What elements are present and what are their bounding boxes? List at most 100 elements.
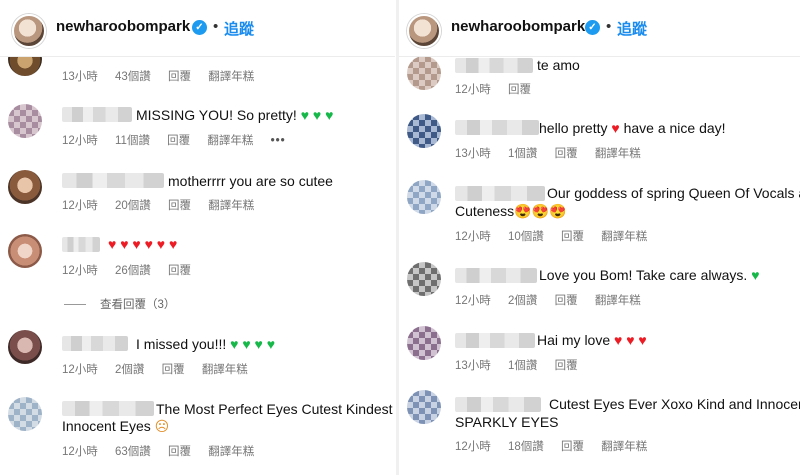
- comment-likes[interactable]: 63個讚: [115, 446, 151, 458]
- comment-likes[interactable]: 43個讚: [115, 71, 151, 83]
- red-heart-icon: ♥ ♥ ♥: [614, 332, 647, 348]
- blurred-username[interactable]: [455, 333, 535, 348]
- comment-likes[interactable]: 1個讚: [508, 148, 537, 160]
- translate-button[interactable]: 翻譯年糕: [208, 200, 254, 212]
- comment-likes[interactable]: 1個讚: [508, 360, 537, 372]
- comment-likes[interactable]: 2個讚: [508, 295, 537, 307]
- follow-button[interactable]: 追蹤: [617, 18, 647, 39]
- comment-body-end: have a nice day!: [619, 120, 726, 136]
- commenter-avatar[interactable]: [8, 330, 42, 364]
- comment-meta: 12小時 2個讚 回覆 翻譯年糕: [455, 292, 655, 308]
- comment-text: te amo: [537, 57, 580, 73]
- blurred-username[interactable]: [455, 268, 537, 283]
- comment-likes[interactable]: 11個讚: [115, 135, 150, 147]
- commenter-avatar[interactable]: [407, 262, 441, 296]
- more-options-icon[interactable]: •••: [271, 135, 286, 147]
- comment-text: Cutest Eyes Ever Xoxo Kind and Innocent: [549, 396, 800, 412]
- header-username[interactable]: newharoobompark: [451, 18, 585, 35]
- separator-dot: •: [606, 18, 612, 35]
- comment-meta: 12小時 18個讚 回覆 翻譯年糕: [455, 438, 661, 454]
- comment-text: ♥ ♥ ♥ ♥ ♥ ♥: [108, 235, 177, 253]
- heart-eyes-icon: 😍😍😍: [514, 203, 567, 219]
- comment-text: motherrrr you are so cutee: [168, 173, 333, 189]
- comment-body: Hai my love: [537, 332, 615, 348]
- translate-button[interactable]: 翻譯年糕: [208, 446, 254, 458]
- reply-button[interactable]: 回覆: [162, 364, 185, 376]
- comment-time: 12小時: [62, 364, 98, 376]
- translate-button[interactable]: 翻譯年糕: [595, 148, 641, 160]
- blurred-username[interactable]: [455, 186, 545, 201]
- translate-button[interactable]: 翻譯年糕: [208, 71, 254, 83]
- post-header: newharoobompark ✓ • 追蹤: [399, 0, 800, 57]
- view-replies-button[interactable]: 查看回覆（3）: [64, 296, 175, 312]
- comment-text: Hai my love ♥ ♥ ♥: [537, 331, 647, 349]
- red-heart-icon: ♥ ♥ ♥ ♥ ♥ ♥: [108, 236, 178, 252]
- comment-likes[interactable]: 20個讚: [115, 200, 151, 212]
- blurred-username[interactable]: [62, 173, 164, 188]
- translate-button[interactable]: 翻譯年糕: [207, 135, 253, 147]
- reply-button[interactable]: 回覆: [561, 441, 584, 453]
- comment-meta: 13小時 1個讚 回覆: [455, 357, 592, 373]
- header-avatar[interactable]: [407, 14, 441, 48]
- reply-button[interactable]: 回覆: [168, 446, 191, 458]
- reply-button[interactable]: 回覆: [168, 71, 191, 83]
- commenter-avatar[interactable]: [407, 114, 441, 148]
- reply-button[interactable]: 回覆: [167, 135, 190, 147]
- reply-button[interactable]: 回覆: [555, 295, 578, 307]
- comment-likes[interactable]: 2個讚: [115, 364, 144, 376]
- comment-time: 12小時: [455, 231, 491, 243]
- verified-badge-icon: ✓: [192, 20, 207, 35]
- comment-time: 12小時: [455, 84, 491, 96]
- comment-text: hello pretty ♥ have a nice day!: [539, 119, 726, 137]
- replies-line: [64, 304, 86, 306]
- comment-meta: 13小時 43個讚 回覆 翻譯年糕: [62, 68, 268, 84]
- reply-button[interactable]: 回覆: [555, 360, 578, 372]
- view-replies-label: 查看回覆（3）: [100, 299, 176, 311]
- comment-text-line2: Innocent Eyes ☹: [62, 417, 169, 435]
- commenter-avatar[interactable]: [407, 326, 441, 360]
- comment-likes[interactable]: 10個讚: [508, 231, 544, 243]
- follow-button[interactable]: 追蹤: [224, 18, 254, 39]
- commenter-avatar[interactable]: [8, 234, 42, 268]
- header-avatar[interactable]: [12, 14, 46, 48]
- comment-text-line2: SPARKLY EYES: [455, 414, 559, 430]
- comment-body: MISSING YOU! So pretty!: [136, 107, 301, 123]
- translate-button[interactable]: 翻譯年糕: [601, 441, 647, 453]
- commenter-avatar[interactable]: [407, 390, 441, 424]
- translate-button[interactable]: 翻譯年糕: [595, 295, 641, 307]
- comment-body: hello pretty: [539, 120, 612, 136]
- reply-button[interactable]: 回覆: [555, 148, 578, 160]
- comment-body: I missed you!!!: [136, 336, 231, 352]
- comment-time: 12小時: [62, 446, 98, 458]
- comment-meta: 12小時 10個讚 回覆 翻譯年糕: [455, 228, 661, 244]
- separator-dot: •: [213, 18, 219, 35]
- blurred-username[interactable]: [455, 120, 539, 135]
- commenter-avatar[interactable]: [8, 397, 42, 431]
- reply-button[interactable]: 回覆: [508, 84, 531, 96]
- comment-text: Love you Bom! Take care always. ♥: [539, 266, 760, 284]
- blurred-username[interactable]: [62, 336, 128, 351]
- reply-button[interactable]: 回覆: [168, 200, 191, 212]
- translate-button[interactable]: 翻譯年糕: [601, 231, 647, 243]
- comment-meta: 12小時 回覆: [455, 81, 545, 97]
- green-heart-icon: ♥: [751, 267, 760, 283]
- translate-button[interactable]: 翻譯年糕: [202, 364, 248, 376]
- reply-button[interactable]: 回覆: [561, 231, 584, 243]
- commenter-avatar[interactable]: [407, 56, 441, 90]
- blurred-username[interactable]: [455, 58, 533, 73]
- header-username[interactable]: newharoobompark: [56, 18, 190, 35]
- comment-likes[interactable]: 18個讚: [508, 441, 544, 453]
- commenter-avatar[interactable]: [407, 180, 441, 214]
- comment-text: Our goddess of spring Queen Of Vocals a: [547, 185, 800, 201]
- blurred-username[interactable]: [62, 401, 154, 416]
- blurred-username[interactable]: [62, 237, 100, 252]
- comment-meta: 12小時 2個讚 回覆 翻譯年糕: [62, 361, 262, 377]
- blurred-username[interactable]: [455, 397, 541, 412]
- reply-button[interactable]: 回覆: [168, 265, 191, 277]
- blurred-username[interactable]: [62, 107, 132, 122]
- comment-time: 12小時: [455, 295, 491, 307]
- commenter-avatar[interactable]: [8, 104, 42, 138]
- commenter-avatar[interactable]: [8, 170, 42, 204]
- comment-time: 13小時: [62, 71, 98, 83]
- comment-likes[interactable]: 26個讚: [115, 265, 151, 277]
